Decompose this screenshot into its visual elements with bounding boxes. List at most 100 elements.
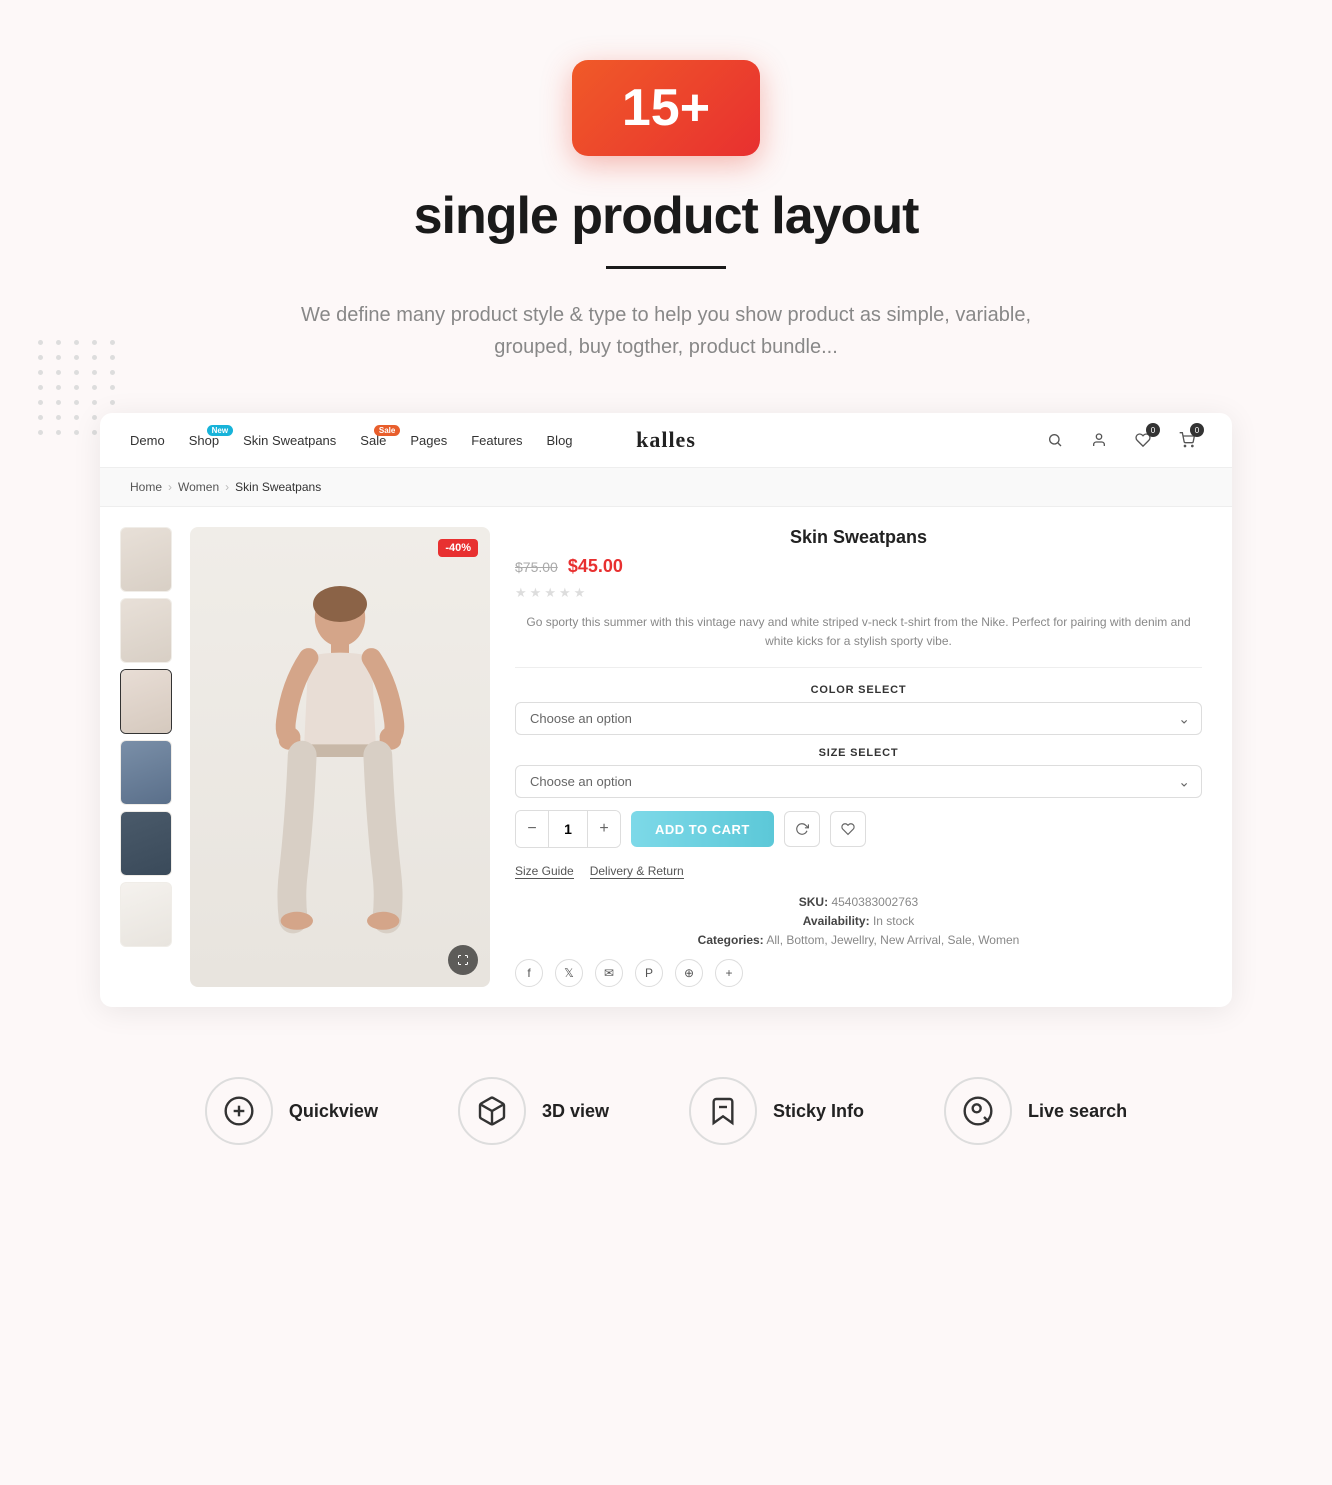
size-select-label: SIZE SELECT — [515, 747, 1202, 759]
nav-link-blog[interactable]: Blog — [547, 433, 573, 448]
site-logo: kalles — [636, 427, 696, 453]
breadcrumb-sep-2: › — [225, 480, 229, 494]
box-3d-icon — [476, 1095, 508, 1127]
size-guide-link[interactable]: Size Guide — [515, 864, 574, 879]
sticky-info-icon-wrap — [689, 1077, 757, 1145]
thumb-1[interactable] — [120, 527, 172, 592]
product-image-visual — [190, 527, 490, 987]
plus-circle-icon — [223, 1095, 255, 1127]
star-4: ★ — [559, 585, 571, 601]
breadcrumb-sep-1: › — [168, 480, 172, 494]
size-select-dropdown[interactable]: Choose an option S M L XL — [515, 765, 1202, 798]
hero-divider — [606, 266, 726, 269]
thumb-3[interactable] — [120, 669, 172, 734]
nav-link-features[interactable]: Features — [471, 433, 522, 448]
cart-count: 0 — [1190, 423, 1204, 437]
qty-decrease-button[interactable]: − — [516, 811, 548, 847]
product-info-panel: Skin Sweatpans $75.00 $45.00 ★ ★ ★ ★ ★ G… — [505, 527, 1212, 987]
thumb-5[interactable] — [120, 811, 172, 876]
quickview-label: Quickview — [289, 1101, 378, 1122]
wishlist-icon-btn[interactable]: 0 — [1128, 425, 1158, 455]
nav-links: Demo Shop New Skin Sweatpans Sale Sale P… — [130, 433, 1040, 448]
sku-value: 4540383002763 — [831, 895, 918, 909]
main-product-image: -40% — [190, 527, 490, 987]
qty-add-row: − 1 + ADD TO CART — [515, 810, 1202, 848]
user-icon-btn[interactable] — [1084, 425, 1114, 455]
thumb-4[interactable] — [120, 740, 172, 805]
cart-icon-btn[interactable]: 0 — [1172, 425, 1202, 455]
badge-new: New — [207, 425, 233, 436]
add-to-cart-button[interactable]: ADD TO CART — [631, 811, 774, 847]
twitter-share-btn[interactable]: 𝕏 — [555, 959, 583, 987]
price-new: $45.00 — [568, 556, 623, 577]
wishlist-icon-btn-product[interactable] — [830, 811, 866, 847]
product-links: Size Guide Delivery & Return — [515, 864, 1202, 879]
star-2: ★ — [530, 585, 542, 601]
sku-row: SKU: 4540383002763 — [515, 895, 1202, 909]
categories-row: Categories: All, Bottom, Jewellry, New A… — [515, 933, 1202, 947]
search-circle-icon — [962, 1095, 994, 1127]
refresh-icon-btn[interactable] — [784, 811, 820, 847]
badge-sale: Sale — [374, 425, 400, 436]
breadcrumb-women[interactable]: Women — [178, 480, 219, 494]
hero-description: We define many product style & type to h… — [276, 299, 1056, 363]
feature-quickview: Quickview — [205, 1077, 378, 1145]
breadcrumb-current: Skin Sweatpans — [235, 480, 321, 494]
feature-3dview: 3D view — [458, 1077, 609, 1145]
product-title: Skin Sweatpans — [515, 527, 1202, 548]
search-icon-btn[interactable] — [1040, 425, 1070, 455]
color-select-label: COLOR SELECT — [515, 684, 1202, 696]
categories-label: Categories: — [698, 933, 764, 947]
product-description: Go sporty this summer with this vintage … — [515, 613, 1202, 668]
nav-link-sale[interactable]: Sale Sale — [360, 433, 386, 448]
color-select-wrapper[interactable]: Choose an option White Pink Blue — [515, 702, 1202, 735]
thumb-6[interactable] — [120, 882, 172, 947]
product-price: $75.00 $45.00 — [515, 556, 1202, 577]
email-share-btn[interactable]: ✉ — [595, 959, 623, 987]
star-rating: ★ ★ ★ ★ ★ — [515, 585, 1202, 601]
sticky-info-label: Sticky Info — [773, 1101, 864, 1122]
live-search-icon-wrap — [944, 1077, 1012, 1145]
quantity-control: − 1 + — [515, 810, 621, 848]
social-share-row: f 𝕏 ✉ P ⊕ + — [515, 959, 1202, 987]
size-select-wrapper[interactable]: Choose an option S M L XL — [515, 765, 1202, 798]
live-search-label: Live search — [1028, 1101, 1127, 1122]
star-3: ★ — [544, 585, 556, 601]
demo-navbar: Demo Shop New Skin Sweatpans Sale Sale P… — [100, 413, 1232, 468]
facebook-share-btn[interactable]: f — [515, 959, 543, 987]
nav-link-demo[interactable]: Demo — [130, 433, 165, 448]
count-badge: 15+ — [572, 60, 760, 156]
sku-label: SKU: — [799, 895, 828, 909]
pinterest-share-btn[interactable]: P — [635, 959, 663, 987]
discount-badge: -40% — [438, 539, 478, 557]
quickview-icon-wrap — [205, 1077, 273, 1145]
breadcrumb-home[interactable]: Home — [130, 480, 162, 494]
color-select-section: COLOR SELECT Choose an option White Pink… — [515, 684, 1202, 735]
star-5: ★ — [574, 585, 586, 601]
nav-link-pages[interactable]: Pages — [410, 433, 447, 448]
categories-value: All, Bottom, Jewellry, New Arrival, Sale… — [766, 933, 1019, 947]
star-1: ★ — [515, 585, 527, 601]
nav-link-products[interactable]: Skin Sweatpans — [243, 433, 336, 448]
qty-value: 1 — [548, 811, 588, 847]
availability-row: Availability: In stock — [515, 914, 1202, 928]
more-share-btn[interactable]: + — [715, 959, 743, 987]
demo-product-card: Demo Shop New Skin Sweatpans Sale Sale P… — [100, 413, 1232, 1007]
messenger-share-btn[interactable]: ⊕ — [675, 959, 703, 987]
nav-link-shop[interactable]: Shop New — [189, 433, 219, 448]
page-wrapper: 15+ single product layout We define many… — [0, 0, 1332, 1225]
thumb-2[interactable] — [120, 598, 172, 663]
color-select-dropdown[interactable]: Choose an option White Pink Blue — [515, 702, 1202, 735]
feature-live-search: Live search — [944, 1077, 1127, 1145]
features-row: Quickview 3D view — [20, 1027, 1312, 1195]
price-old: $75.00 — [515, 559, 558, 575]
breadcrumb: Home › Women › Skin Sweatpans — [100, 468, 1232, 507]
3dview-icon-wrap — [458, 1077, 526, 1145]
delivery-link[interactable]: Delivery & Return — [590, 864, 684, 879]
wishlist-count: 0 — [1146, 423, 1160, 437]
nav-icon-group: 0 0 — [1040, 425, 1202, 455]
hero-section: 15+ single product layout We define many… — [0, 0, 1332, 1225]
qty-increase-button[interactable]: + — [588, 811, 620, 847]
availability-label: Availability: — [803, 914, 870, 928]
hero-title: single product layout — [20, 186, 1312, 246]
